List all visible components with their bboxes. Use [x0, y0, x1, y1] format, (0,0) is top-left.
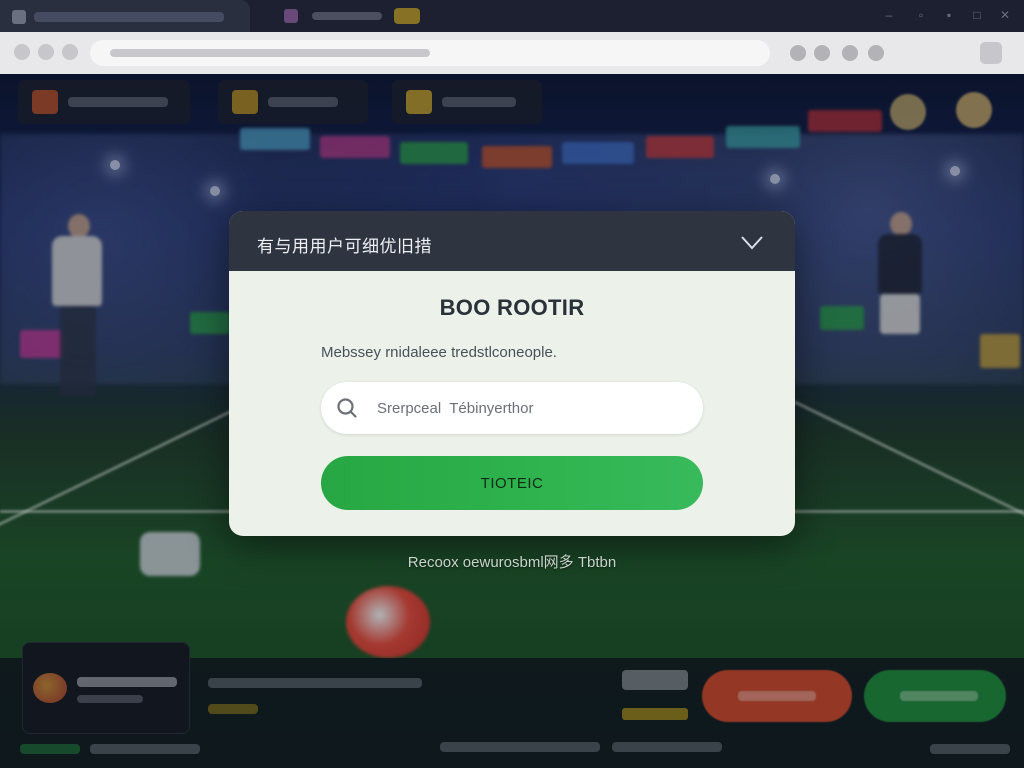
tab-title-blurred	[312, 12, 382, 20]
search-icon	[337, 398, 357, 418]
url-text-blurred	[110, 49, 430, 57]
dialog-message: Mebssey rnidaleee tredstlconeople.	[321, 344, 557, 361]
tab-favicon-icon	[12, 10, 26, 24]
tab-title-blurred	[34, 12, 224, 22]
maximize-icon[interactable]: □	[970, 8, 984, 22]
profile-avatar[interactable]	[980, 42, 1002, 64]
close-icon[interactable]: ✕	[998, 8, 1012, 22]
extension-icon[interactable]	[790, 45, 806, 61]
dialog: 有与用用户可细优旧措 BOO ROOTIR Mebssey rnidaleee …	[229, 211, 795, 536]
tab-badge	[394, 8, 420, 24]
restore-icon[interactable]: ▫	[914, 8, 928, 22]
dialog-title: 有与用用户可细优旧措	[257, 237, 432, 256]
chevron-down-icon[interactable]	[737, 229, 767, 255]
address-bar[interactable]	[90, 40, 770, 66]
extension-icon[interactable]	[842, 45, 858, 61]
browser-tab-strip: – ▫ ▪ □ ✕	[0, 0, 1024, 32]
browser-tab-2[interactable]	[262, 4, 442, 28]
browser-tab-active[interactable]	[0, 0, 250, 32]
dialog-header: 有与用用户可细优旧措	[229, 211, 795, 271]
forward-icon[interactable]	[38, 44, 54, 60]
browser-toolbar	[0, 32, 1024, 74]
dialog-heading: BOO ROOTIR	[439, 295, 585, 320]
back-icon[interactable]	[14, 44, 30, 60]
search-input[interactable]	[377, 390, 677, 426]
primary-button[interactable]: TIOTEIC	[321, 456, 703, 510]
minimize-icon[interactable]: –	[882, 8, 896, 22]
extension-icon[interactable]	[814, 45, 830, 61]
tab-favicon-icon	[284, 9, 298, 23]
extension-icon[interactable]	[868, 45, 884, 61]
secondary-link[interactable]: Recoox oewurosbml网多 Tbtbn	[0, 551, 1024, 572]
pin-icon[interactable]: ▪	[942, 8, 956, 22]
reload-icon[interactable]	[62, 44, 78, 60]
search-field[interactable]	[321, 382, 703, 434]
